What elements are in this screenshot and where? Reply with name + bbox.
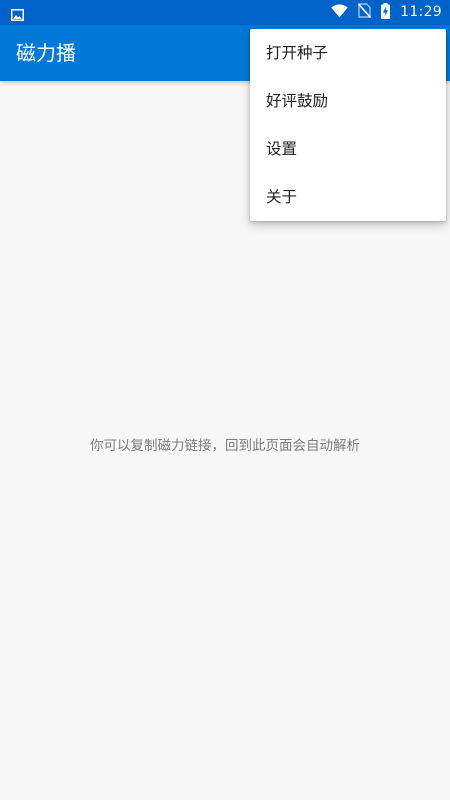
menu-item-about[interactable]: 关于 (250, 173, 446, 221)
screen: 11:29 磁力播 你可以复制磁力链接，回到此页面会自动解析 打开种子 好评鼓励… (0, 0, 450, 800)
app-title: 磁力播 (16, 41, 76, 65)
wifi-icon (331, 3, 348, 22)
empty-state-message: 你可以复制磁力链接，回到此页面会自动解析 (90, 438, 360, 454)
battery-charging-icon (381, 2, 391, 23)
menu-item-open-torrent[interactable]: 打开种子 (250, 29, 446, 77)
status-icons: 11:29 (331, 0, 442, 25)
menu-item-rate-app[interactable]: 好评鼓励 (250, 77, 446, 125)
status-time: 11:29 (400, 4, 442, 20)
menu-item-settings[interactable]: 设置 (250, 125, 446, 173)
image-notification-icon (11, 6, 24, 21)
status-bar: 11:29 (0, 0, 450, 25)
overflow-menu: 打开种子 好评鼓励 设置 关于 (250, 29, 446, 221)
no-sim-icon (358, 3, 372, 22)
